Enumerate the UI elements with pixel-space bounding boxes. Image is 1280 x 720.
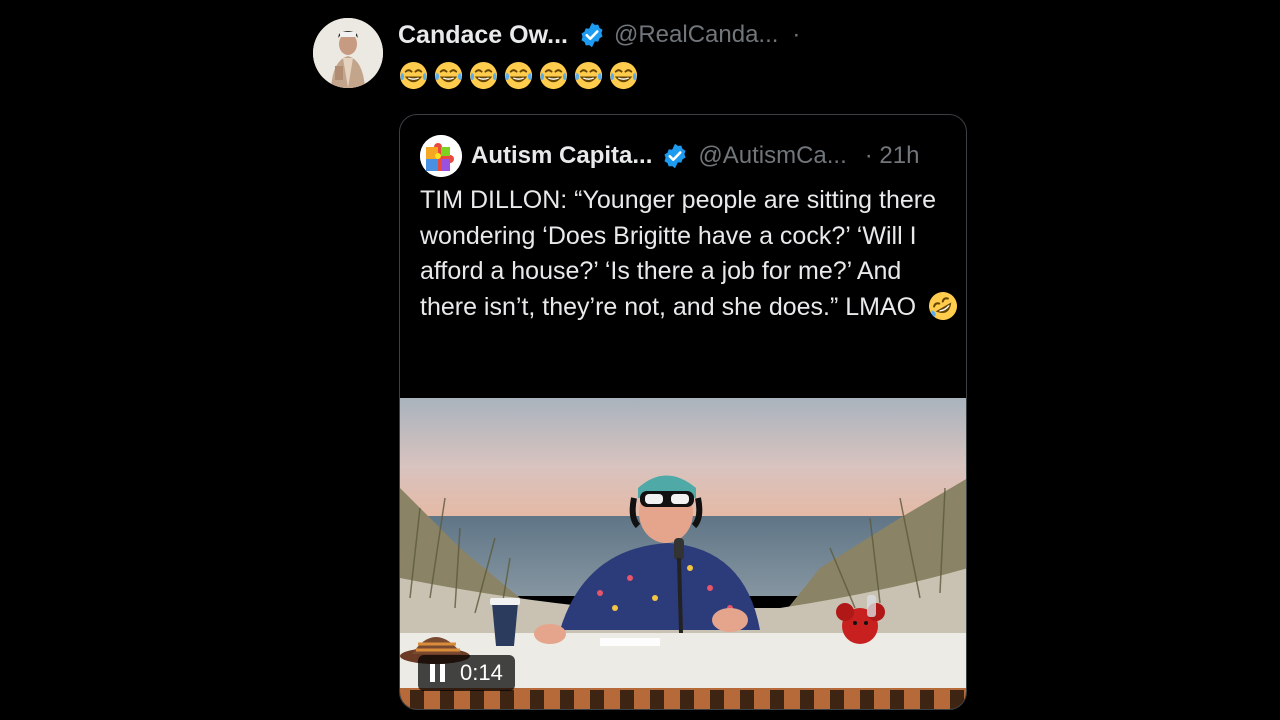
quote-text: TIM DILLON: “Younger people are sitting … (420, 186, 937, 321)
author-handle[interactable]: @RealCanda... (614, 21, 778, 49)
quote-author-handle[interactable]: @AutismCa... (698, 142, 846, 170)
pause-icon[interactable] (430, 664, 446, 682)
author-row: Candace Ow... @RealCanda... · (398, 14, 800, 56)
rolling-on-floor-laughing-icon (927, 290, 959, 322)
face-with-tears-of-joy-icon (608, 60, 639, 91)
quoted-post-card[interactable]: Autism Capita... @AutismCa... · 21h TIM … (399, 114, 967, 710)
author-avatar[interactable] (313, 18, 383, 88)
verified-badge-icon (661, 142, 689, 170)
post-screen: Candace Ow... @RealCanda... · Autism Cap… (0, 0, 1280, 720)
header-separator: · (792, 21, 801, 48)
video-elapsed-time: 0:14 (460, 660, 503, 685)
quote-author-avatar[interactable] (420, 135, 462, 177)
video-player[interactable]: 0:14 (400, 398, 966, 709)
quote-author-name[interactable]: Autism Capita... (471, 142, 652, 170)
face-with-tears-of-joy-icon (398, 60, 429, 91)
quote-text-block: TIM DILLON: “Younger people are sitting … (420, 183, 960, 325)
verified-badge-icon (578, 21, 606, 49)
face-with-tears-of-joy-icon (468, 60, 499, 91)
face-with-tears-of-joy-icon (538, 60, 569, 91)
quote-timestamp[interactable]: · 21h (865, 142, 920, 170)
face-with-tears-of-joy-icon (503, 60, 534, 91)
face-with-tears-of-joy-icon (573, 60, 604, 91)
post-text-emojis (398, 58, 639, 92)
face-with-tears-of-joy-icon (433, 60, 464, 91)
author-name[interactable]: Candace Ow... (398, 21, 568, 50)
quote-author-row: Autism Capita... @AutismCa... · 21h (471, 135, 919, 177)
video-controls: 0:14 (418, 655, 515, 691)
